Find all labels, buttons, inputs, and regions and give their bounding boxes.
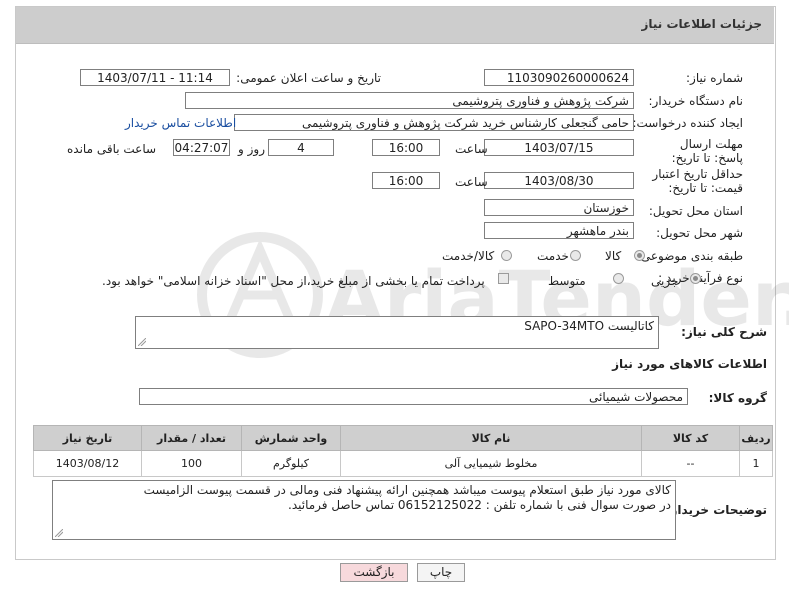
need-number-field: 1103090260000624	[484, 69, 634, 86]
goods-table-header: ردیف کد کالا نام کالا واحد شمارش تعداد /…	[33, 425, 773, 451]
category-radio-goods-service[interactable]	[501, 250, 512, 261]
goods-info-title: اطلاعات کالاهای مورد نیاز	[612, 357, 767, 371]
cell-unit: کیلوگرم	[241, 450, 341, 477]
province-field: خوزستان	[484, 199, 634, 216]
cell-code: --	[641, 450, 740, 477]
city-label: شهر محل تحویل:	[656, 226, 743, 240]
cell-quantity: 100	[141, 450, 242, 477]
resize-grip-icon[interactable]	[138, 338, 146, 346]
col-unit: واحد شمارش	[241, 425, 341, 451]
process-radio-medium[interactable]	[613, 273, 624, 284]
category-option-goods: کالا	[605, 249, 622, 263]
col-need-date: تاریخ نیاز	[33, 425, 142, 451]
cell-need-date: 1403/08/12	[33, 450, 142, 477]
category-option-service: خدمت	[537, 249, 569, 263]
days-field: 4	[268, 139, 334, 156]
validity-time-field: 16:00	[372, 172, 440, 189]
buyer-contact-link[interactable]: اطلاعات تماس خریدار	[125, 116, 236, 130]
goods-group-label: گروه کالا:	[708, 391, 767, 405]
table-row: 1 -- مخلوط شیمیایی آلی کیلوگرم 100 1403/…	[33, 450, 773, 477]
resize-grip-icon[interactable]	[55, 529, 63, 537]
announce-label: تاریخ و ساعت اعلان عمومی:	[236, 71, 381, 85]
buyer-field: شرکت پژوهش و فناوری پتروشیمی	[185, 92, 634, 109]
buyer-notes-label: توضیحات خریدار:	[665, 503, 767, 517]
process-option-medium: متوسط	[548, 274, 586, 288]
deadline-date-field: 1403/07/15	[484, 139, 634, 156]
col-quantity: تعداد / مقدار	[141, 425, 242, 451]
col-name: نام کالا	[340, 425, 642, 451]
description-label: شرح کلی نیاز:	[681, 325, 767, 339]
page-title: جزئیات اطلاعات نیاز	[641, 17, 762, 31]
category-option-goods-service: کالا/خدمت	[442, 249, 495, 263]
announce-field: 1403/07/11 - 11:14	[80, 69, 230, 86]
creator-field: حامی گنجعلی کارشناس خرید شرکت پژوهش و فن…	[234, 114, 634, 131]
description-text: کاتالیست SAPO-34MTO	[524, 319, 654, 333]
cell-name: مخلوط شیمیایی آلی	[340, 450, 642, 477]
process-option-minor: جزیی	[651, 274, 679, 288]
buyer-notes-line-1: کالای مورد نیاز طبق استعلام پیوست میباشد…	[143, 483, 671, 497]
need-number-label: شماره نیاز:	[686, 71, 743, 85]
back-button[interactable]: بازگشت	[340, 563, 408, 582]
remaining-label: ساعت باقی مانده	[67, 142, 157, 156]
buyer-label: نام دستگاه خریدار:	[648, 94, 744, 108]
validity-label: حداقل تاریخ اعتبار قیمت: تا تاریخ:	[652, 167, 743, 195]
buyer-notes-textarea[interactable]: کالای مورد نیاز طبق استعلام پیوست میباشد…	[52, 480, 676, 540]
goods-table: ردیف کد کالا نام کالا واحد شمارش تعداد /…	[33, 425, 773, 477]
col-row: ردیف	[739, 425, 773, 451]
description-textarea[interactable]: کاتالیست SAPO-34MTO	[135, 316, 659, 349]
treasury-payment-note: پرداخت تمام یا بخشی از مبلغ خرید،از محل …	[102, 274, 485, 288]
process-radio-minor[interactable]	[690, 273, 701, 284]
category-radio-goods[interactable]	[634, 250, 645, 261]
goods-group-field: محصولات شیمیائی	[139, 388, 688, 405]
province-label: استان محل تحویل:	[648, 204, 743, 218]
cell-row: 1	[739, 450, 773, 477]
col-code: کد کالا	[641, 425, 740, 451]
category-radio-service[interactable]	[570, 250, 581, 261]
print-button[interactable]: چاپ	[417, 563, 465, 582]
deadline-label: مهلت ارسال پاسخ: تا تاریخ:	[671, 137, 743, 165]
days-label: روز و	[238, 142, 265, 156]
treasury-payment-checkbox[interactable]	[498, 273, 509, 284]
validity-time-label: ساعت	[455, 175, 488, 189]
buyer-notes-line-2: در صورت سوال فنی با شماره تلفن : 0615212…	[288, 498, 671, 512]
city-field: بندر ماهشهر	[484, 222, 634, 239]
remaining-time-field: 04:27:07	[173, 139, 230, 156]
creator-label: ایجاد کننده درخواست:	[632, 116, 743, 130]
validity-date-field: 1403/08/30	[484, 172, 634, 189]
deadline-time-label: ساعت	[455, 142, 488, 156]
panel-header: جزئیات اطلاعات نیاز	[16, 7, 774, 44]
deadline-time-field: 16:00	[372, 139, 440, 156]
category-label: طبقه بندی موضوعی:	[636, 249, 743, 263]
